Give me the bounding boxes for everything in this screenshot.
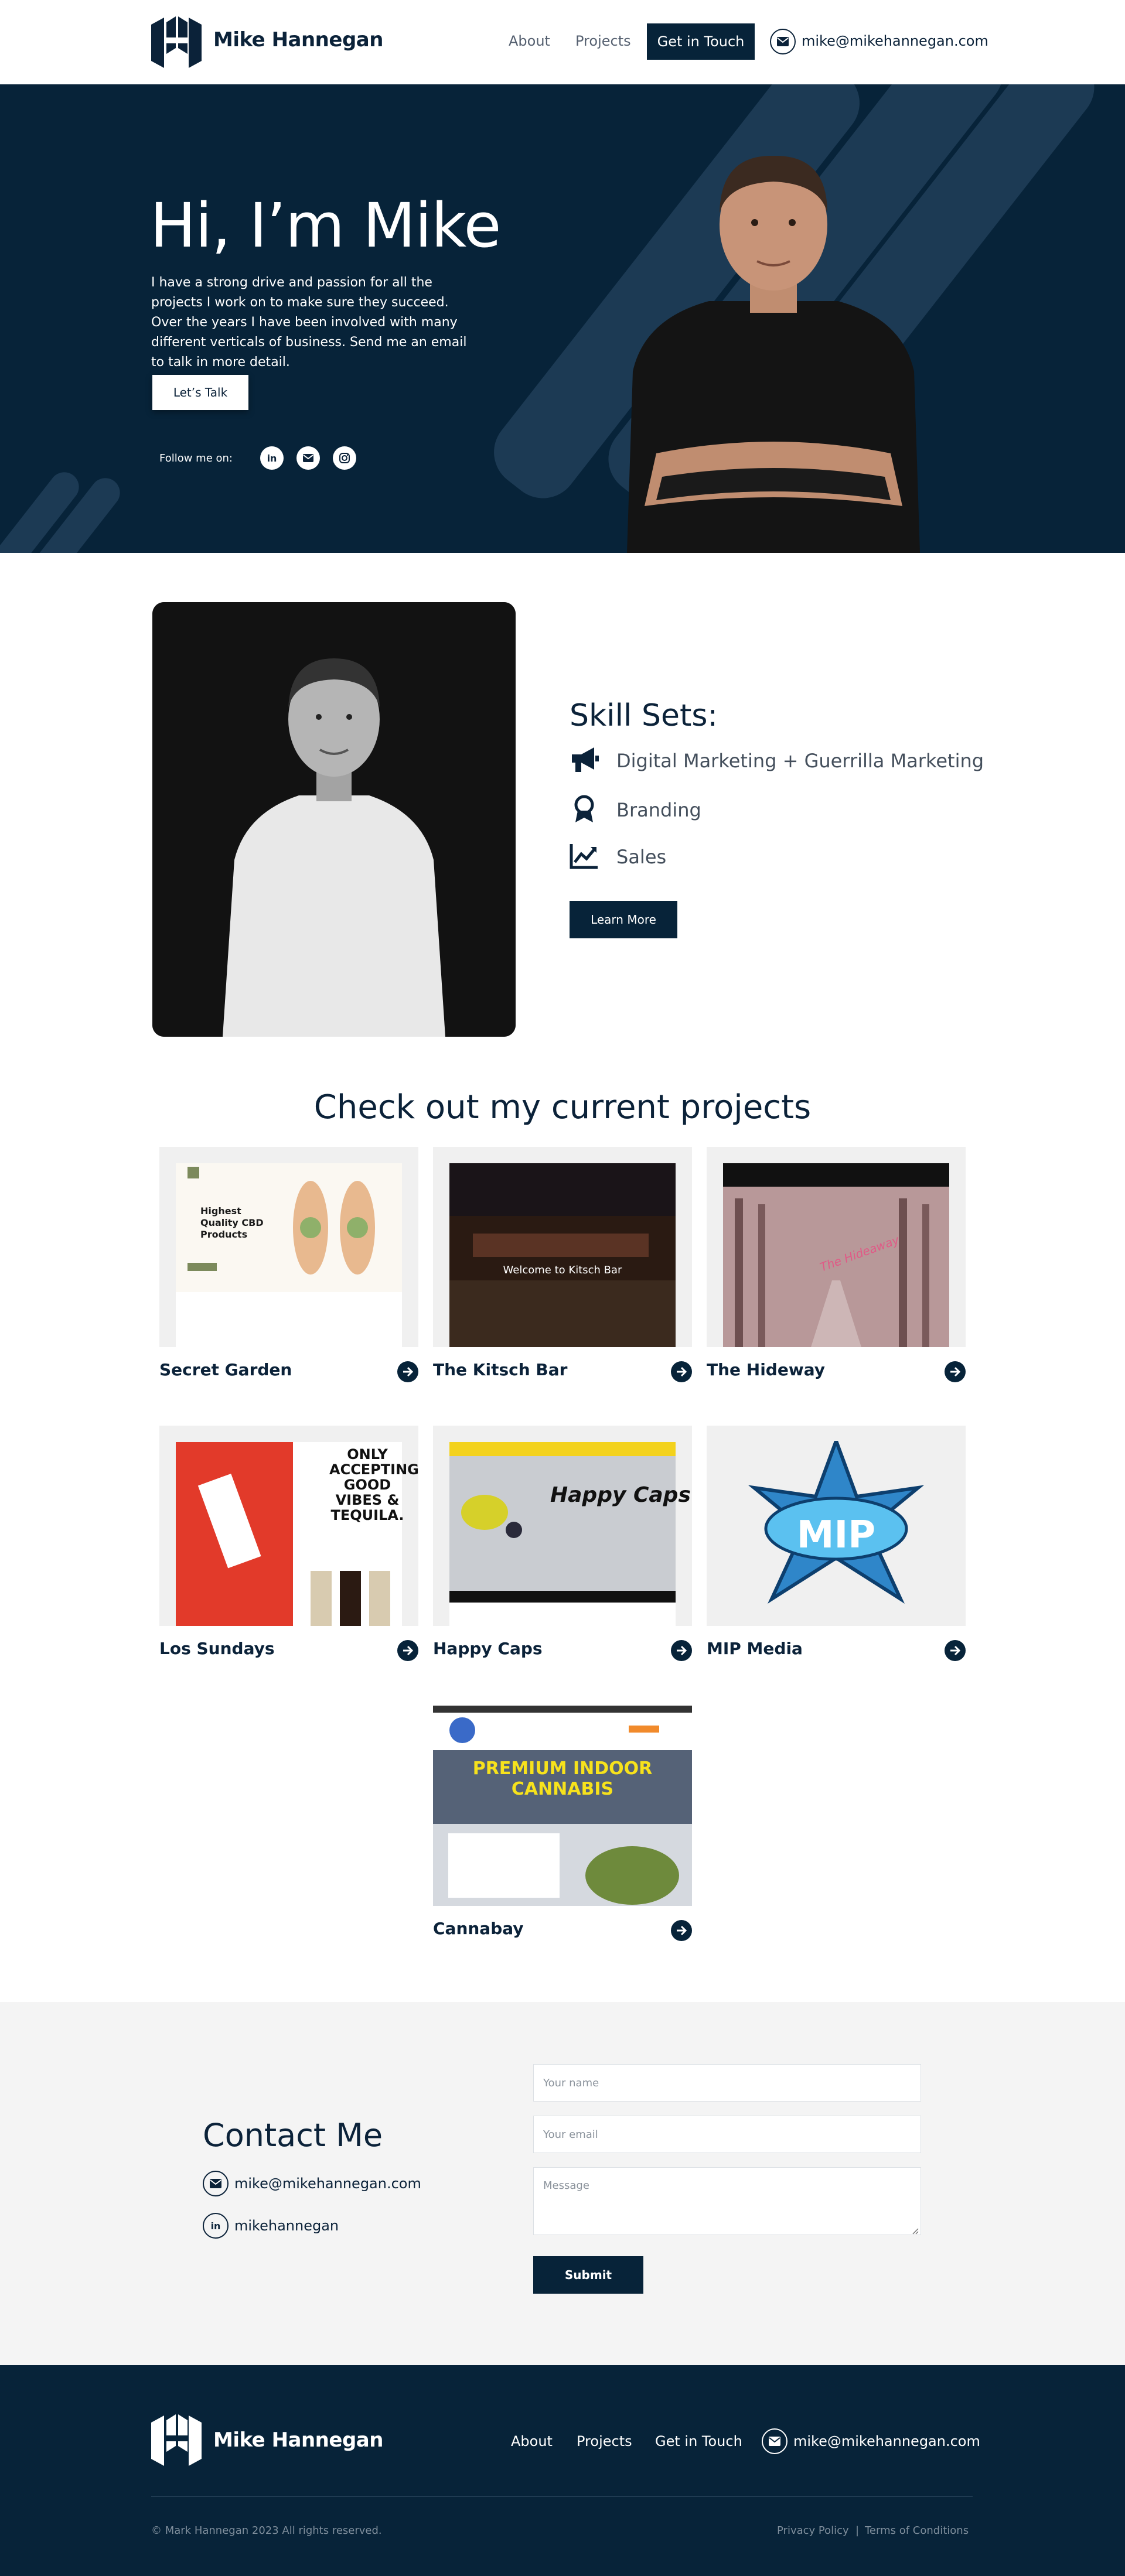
instagram-icon[interactable]	[333, 446, 356, 470]
project-name[interactable]: MIP Media	[707, 1639, 803, 1658]
skills-title: Skill Sets:	[570, 698, 718, 733]
skill-item: Branding	[570, 794, 701, 826]
hero-title: Hi, I’m Mike	[150, 190, 501, 261]
skill-label: Digital Marketing + Guerrilla Marketing	[616, 750, 984, 772]
envelope-icon	[203, 2171, 229, 2196]
envelope-icon	[762, 2428, 788, 2454]
contact-email-link[interactable]: mike@mikehannegan.com	[234, 2175, 421, 2192]
footer-brand-name[interactable]: Mike Hannegan	[213, 2428, 383, 2452]
copyright-text: © Mark Hannegan 2023 All rights reserved…	[151, 2524, 382, 2537]
project-name[interactable]: The Kitsch Bar	[433, 1360, 567, 1379]
name-input[interactable]: Your name	[533, 2064, 921, 2102]
project-name[interactable]: Cannabay	[433, 1919, 524, 1938]
nav-about[interactable]: About	[509, 33, 550, 49]
arrow-right-icon[interactable]	[397, 1640, 418, 1661]
project-name[interactable]: Happy Caps	[433, 1639, 543, 1658]
site-header: Mike Hannegan About Projects Get in Touc…	[0, 0, 1125, 84]
skill-item: Sales	[570, 842, 666, 872]
project-thumbnail-los-sundays[interactable]: ONLY ACCEPTING GOOD VIBES & TEQUILA.	[159, 1426, 419, 1626]
get-in-touch-button[interactable]: Get in Touch	[647, 23, 755, 60]
footer-separator: |	[855, 2524, 860, 2537]
resize-handle-icon[interactable]	[912, 2226, 919, 2237]
header-email-link[interactable]: mike@mikehannegan.com	[802, 33, 988, 49]
terms-link[interactable]: Terms of Conditions	[865, 2524, 969, 2537]
skill-label: Sales	[616, 846, 667, 868]
contact-title: Contact Me	[203, 2117, 383, 2154]
project-thumb-text: MIP	[796, 1514, 876, 1557]
submit-button[interactable]: Submit	[533, 2256, 643, 2294]
skill-item: Digital Marketing + Guerrilla Marketing	[570, 746, 984, 775]
lets-talk-button[interactable]: Let’s Talk	[152, 375, 248, 410]
project-name[interactable]: Secret Garden	[159, 1360, 292, 1379]
site-footer	[0, 2365, 1125, 2576]
project-thumbnail-kitsch-bar[interactable]: Welcome to Kitsch Bar	[433, 1147, 692, 1347]
project-thumbnail-hideway[interactable]: The Hideaway	[707, 1147, 966, 1347]
logo-icon[interactable]	[151, 2412, 202, 2468]
project-name[interactable]: Los Sundays	[159, 1639, 275, 1658]
footer-divider	[151, 2496, 973, 2497]
project-thumbnail-cannabay[interactable]: PREMIUM INDOOR CANNABIS	[433, 1706, 692, 1906]
project-thumbnail-secret-garden[interactable]: Highest Quality CBD Products	[159, 1147, 418, 1347]
contact-linkedin-link[interactable]: mikehannegan	[234, 2218, 339, 2234]
hero-description: I have a strong drive and passion for al…	[151, 275, 467, 370]
envelope-icon[interactable]	[296, 446, 320, 470]
project-thumbnail-mip-media[interactable]: MIP	[707, 1426, 966, 1626]
hero-section: Hi, I’m Mike I have a strong drive and p…	[0, 84, 1125, 553]
award-icon	[570, 794, 599, 826]
envelope-icon	[770, 29, 796, 54]
arrow-right-icon[interactable]	[945, 1361, 966, 1382]
footer-email-link[interactable]: mike@mikehannegan.com	[793, 2433, 980, 2449]
chart-up-icon	[570, 842, 599, 872]
brand-name[interactable]: Mike Hannegan	[213, 28, 383, 52]
project-thumb-text: Welcome to Kitsch Bar	[503, 1264, 622, 1276]
linkedin-icon: in	[203, 2213, 229, 2239]
arrow-right-icon[interactable]	[945, 1640, 966, 1661]
megaphone-icon	[570, 746, 599, 775]
project-thumb-text: Highest Quality CBD Products	[200, 1205, 264, 1240]
project-thumb-text: Happy Caps	[550, 1483, 691, 1507]
skill-label: Branding	[616, 799, 701, 821]
footer-nav-about[interactable]: About	[511, 2433, 553, 2449]
footer-nav-get-in-touch[interactable]: Get in Touch	[655, 2433, 742, 2449]
nav-projects[interactable]: Projects	[575, 33, 631, 49]
footer-nav-projects[interactable]: Projects	[577, 2433, 632, 2449]
project-thumb-text: ONLY ACCEPTING GOOD VIBES & TEQUILA.	[329, 1446, 419, 1523]
follow-label: Follow me on:	[159, 452, 233, 464]
privacy-policy-link[interactable]: Privacy Policy	[777, 2524, 849, 2537]
arrow-right-icon[interactable]	[397, 1361, 418, 1382]
message-textarea[interactable]: Message	[533, 2167, 921, 2235]
email-input[interactable]: Your email	[533, 2116, 921, 2153]
logo-icon[interactable]	[151, 14, 202, 70]
project-thumbnail-happy-caps[interactable]: Happy Caps	[433, 1426, 692, 1626]
project-name[interactable]: The Hideway	[707, 1360, 825, 1379]
learn-more-button[interactable]: Learn More	[570, 901, 677, 938]
arrow-right-icon[interactable]	[671, 1640, 692, 1661]
arrow-right-icon[interactable]	[671, 1920, 692, 1941]
about-photo	[152, 602, 516, 1037]
project-thumb-text: PREMIUM INDOOR CANNABIS	[472, 1758, 653, 1799]
linkedin-icon[interactable]: in	[260, 446, 284, 470]
projects-title: Check out my current projects	[313, 1088, 812, 1126]
arrow-right-icon[interactable]	[671, 1361, 692, 1382]
hero-portrait	[609, 125, 938, 553]
